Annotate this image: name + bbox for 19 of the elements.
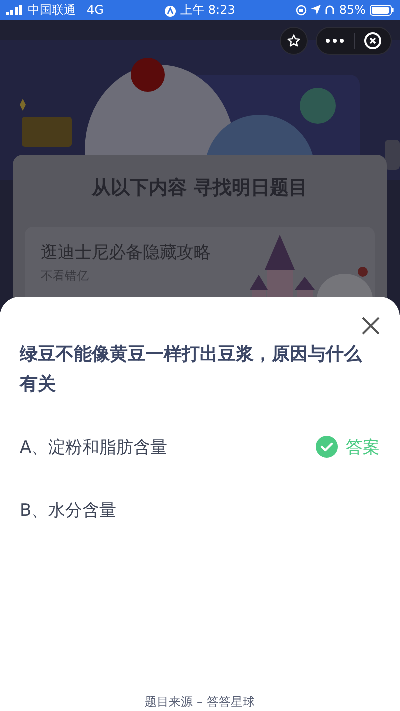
answer-label: 答案 bbox=[346, 436, 380, 458]
close-icon bbox=[364, 32, 382, 50]
option-text[interactable]: B、水分含量 bbox=[20, 498, 117, 522]
battery-percent: 85% bbox=[339, 3, 366, 17]
favorite-button[interactable] bbox=[280, 27, 308, 55]
network-type: 4G bbox=[87, 3, 104, 17]
signal-icon bbox=[6, 5, 23, 15]
location-icon bbox=[311, 5, 322, 15]
battery-icon bbox=[370, 4, 394, 16]
close-button[interactable] bbox=[360, 315, 382, 337]
question-text: 绿豆不能像黄豆一样打出豆浆，原因与什么有关 bbox=[20, 343, 364, 397]
more-icon bbox=[326, 39, 344, 43]
source-note: 题目来源 – 答答星球 bbox=[144, 694, 256, 711]
clock-time: 上午 8:23 bbox=[180, 2, 236, 18]
check-icon bbox=[316, 436, 338, 458]
app-icon bbox=[164, 6, 176, 16]
star-icon bbox=[287, 33, 301, 49]
option-text[interactable]: A、淀粉和脂肪含量 bbox=[20, 436, 168, 458]
carrier-name: 中国联通 bbox=[28, 2, 76, 18]
